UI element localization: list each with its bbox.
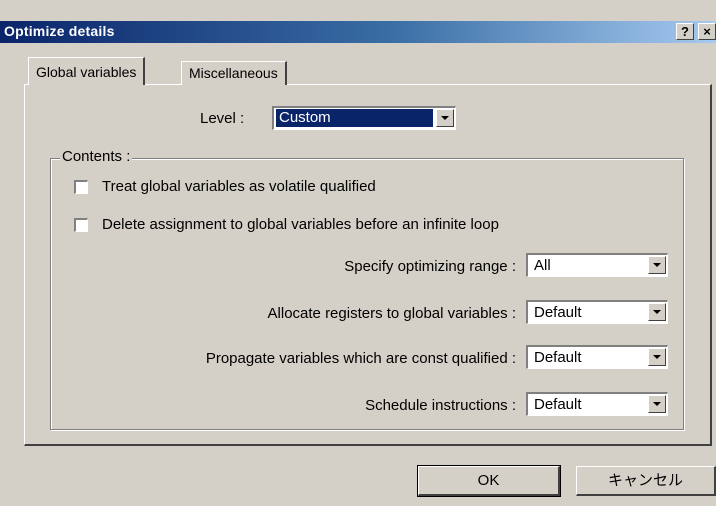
specify-range-select[interactable]: All bbox=[526, 253, 668, 277]
dropdown-arrow-icon[interactable] bbox=[648, 303, 666, 321]
allocate-registers-label: Allocate registers to global variables : bbox=[267, 305, 516, 322]
checkbox-box[interactable] bbox=[74, 179, 88, 194]
schedule-instructions-value: Default bbox=[534, 396, 582, 413]
checkbox-delete-assignment[interactable]: Delete assignment to global variables be… bbox=[74, 216, 499, 233]
level-label: Level : bbox=[200, 110, 245, 127]
contents-group-label: Contents : bbox=[60, 148, 133, 165]
specify-range-label: Specify optimizing range : bbox=[344, 258, 516, 275]
propagate-const-select[interactable]: Default bbox=[526, 345, 668, 369]
level-value: Custom bbox=[276, 109, 433, 127]
tab-global-variables[interactable]: Global variables bbox=[28, 57, 146, 85]
level-select[interactable]: Custom bbox=[272, 106, 456, 130]
title-bar: Optimize details ? × bbox=[0, 21, 716, 43]
cancel-button[interactable]: キャンセル bbox=[576, 466, 716, 496]
contents-group bbox=[50, 158, 684, 430]
propagate-const-label: Propagate variables which are const qual… bbox=[205, 350, 516, 367]
propagate-const-value: Default bbox=[534, 349, 582, 366]
schedule-instructions-label: Schedule instructions : bbox=[365, 397, 516, 414]
tab-miscellaneous[interactable]: Miscellaneous bbox=[181, 61, 287, 85]
allocate-registers-value: Default bbox=[534, 304, 582, 321]
dropdown-arrow-icon[interactable] bbox=[648, 348, 666, 366]
dropdown-arrow-icon[interactable] bbox=[648, 256, 666, 274]
level-dropdown-arrow-icon[interactable] bbox=[436, 109, 454, 127]
specify-range-value: All bbox=[534, 257, 551, 274]
checkbox-label: Delete assignment to global variables be… bbox=[102, 216, 499, 233]
ok-button[interactable]: OK bbox=[417, 465, 561, 497]
checkbox-label: Treat global variables as volatile quali… bbox=[102, 178, 376, 195]
window-title: Optimize details bbox=[4, 23, 115, 39]
optimize-details-dialog: Optimize details ? × Global variables Mi… bbox=[0, 0, 716, 506]
allocate-registers-select[interactable]: Default bbox=[526, 300, 668, 324]
checkbox-treat-volatile[interactable]: Treat global variables as volatile quali… bbox=[74, 178, 376, 195]
close-button[interactable]: × bbox=[698, 23, 716, 40]
dropdown-arrow-icon[interactable] bbox=[648, 395, 666, 413]
help-button[interactable]: ? bbox=[676, 23, 694, 40]
schedule-instructions-select[interactable]: Default bbox=[526, 392, 668, 416]
checkbox-box[interactable] bbox=[74, 217, 88, 232]
